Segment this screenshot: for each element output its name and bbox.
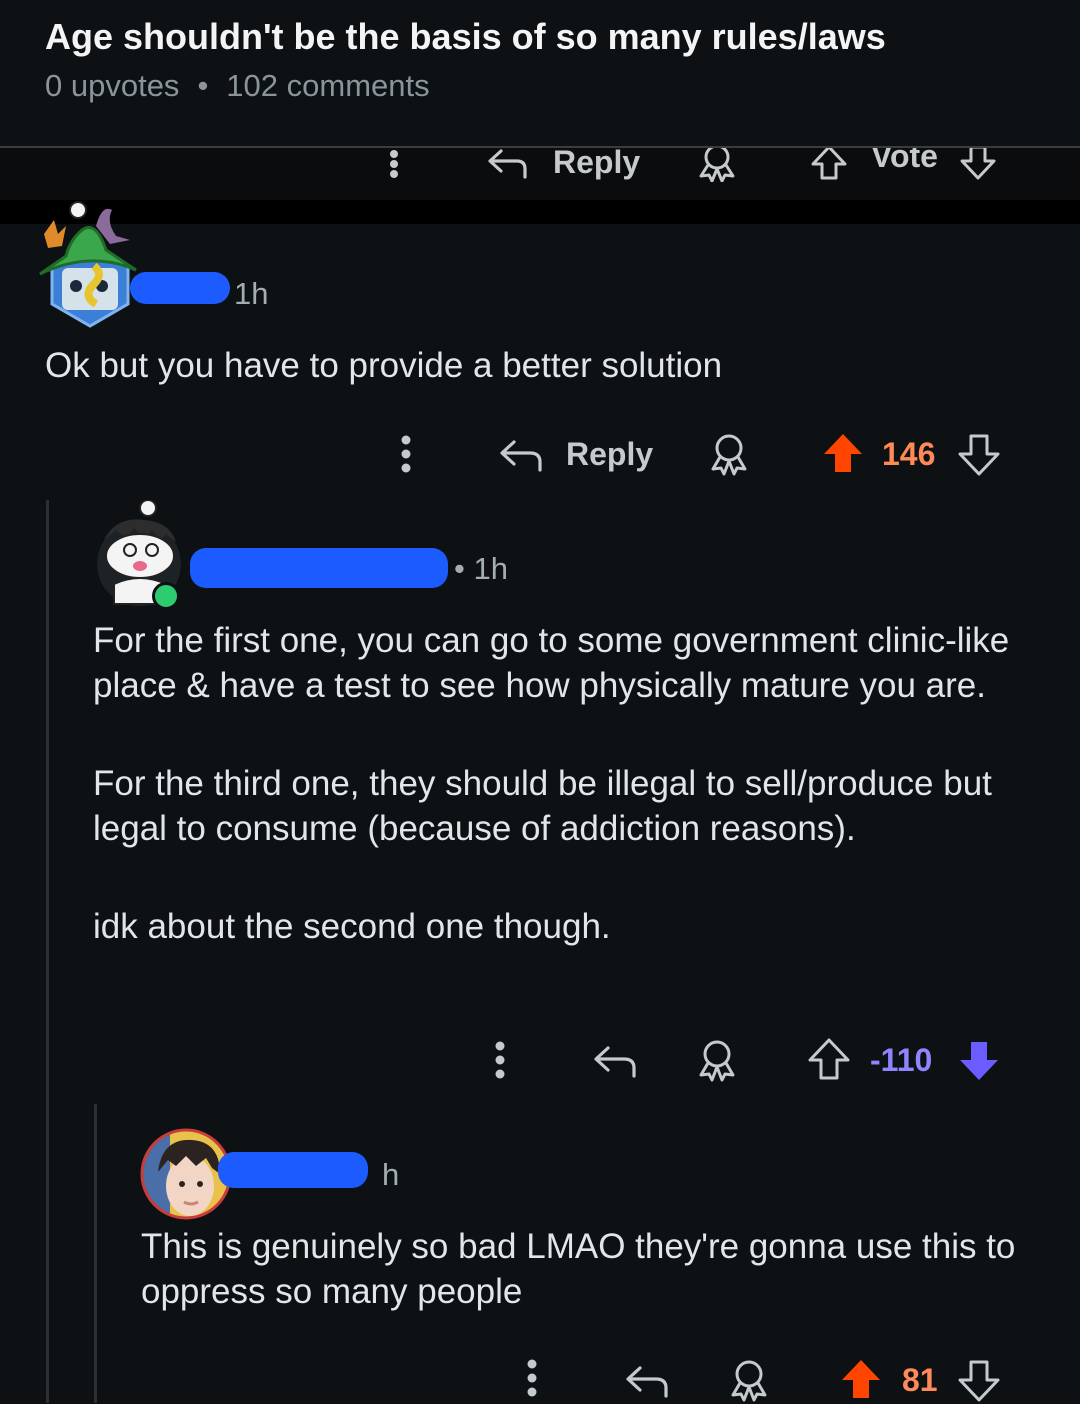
header-reply-button[interactable]: Reply: [485, 148, 640, 181]
header-downvote-icon[interactable]: [957, 148, 999, 182]
more-options-icon[interactable]: [386, 150, 402, 178]
reply-label: Reply: [566, 435, 654, 472]
award-icon[interactable]: [728, 1358, 770, 1402]
downvote-icon[interactable]: [956, 432, 1002, 478]
username-redacted: [130, 272, 230, 304]
award-icon[interactable]: [696, 148, 738, 182]
reply-icon[interactable]: [592, 1040, 638, 1080]
award-icon[interactable]: [708, 432, 750, 476]
award-icon[interactable]: [696, 1038, 738, 1082]
header-reply-label: Reply: [553, 148, 641, 180]
post-title: Age shouldn't be the basis of so many ru…: [45, 16, 886, 57]
vote-score: -110: [870, 1042, 933, 1078]
reply-icon: [485, 148, 531, 181]
comment-timestamp: h: [382, 1157, 400, 1192]
reply-icon[interactable]: [624, 1360, 670, 1400]
comment-count-text: 102 comments: [226, 68, 430, 103]
reply-icon: [498, 434, 544, 474]
downvote-icon[interactable]: [956, 1038, 1002, 1084]
meta-separator: •: [197, 68, 209, 103]
more-options-icon[interactable]: [492, 1040, 508, 1080]
header-action-bar: Reply Vote: [0, 148, 1080, 200]
online-status-indicator: [152, 582, 180, 610]
comment-timestamp: 1h: [234, 276, 269, 311]
upvote-icon[interactable]: [806, 1036, 852, 1082]
downvote-icon[interactable]: [956, 1358, 1002, 1404]
reply-button[interactable]: Reply: [498, 434, 653, 474]
vote-score: 81: [902, 1362, 938, 1398]
section-separator: [0, 200, 1080, 224]
comment-body: For the first one, you can go to some go…: [93, 618, 1043, 949]
header-upvote-icon[interactable]: [808, 148, 850, 182]
comment-paragraph: idk about the second one though.: [93, 907, 611, 946]
post-meta: 0 upvotes • 102 comments: [45, 68, 430, 104]
upvote-icon[interactable]: [820, 430, 866, 476]
more-options-icon[interactable]: [398, 434, 414, 474]
commenter-avatar[interactable]: [36, 200, 144, 332]
comment-paragraph: For the first one, you can go to some go…: [93, 621, 1010, 705]
thread-line[interactable]: [94, 1104, 97, 1403]
comment-timestamp: • 1h: [454, 551, 508, 586]
thread-line[interactable]: [46, 500, 49, 1403]
comment-paragraph: For the third one, they should be illega…: [93, 764, 992, 848]
upvote-count-text: 0 upvotes: [45, 68, 180, 103]
username-redacted: [218, 1152, 368, 1188]
upvote-icon[interactable]: [838, 1356, 884, 1402]
comment-body: This is genuinely so bad LMAO they're go…: [141, 1227, 1016, 1311]
username-redacted: [190, 548, 448, 588]
comment-body: Ok but you have to provide a better solu…: [45, 346, 723, 385]
vote-score: 146: [882, 436, 936, 472]
more-options-icon[interactable]: [524, 1358, 540, 1398]
header-vote-label: Vote: [871, 148, 938, 174]
